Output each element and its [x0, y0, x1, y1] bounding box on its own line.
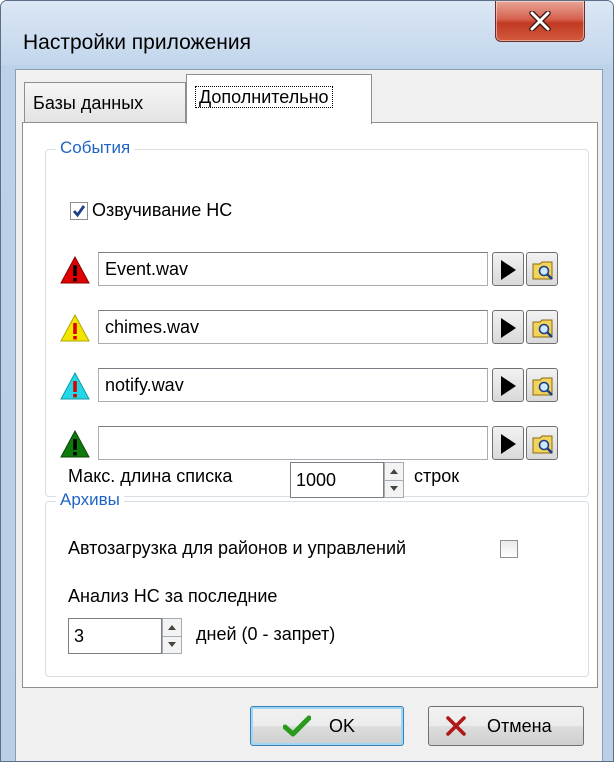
warning-cyan-icon — [60, 372, 90, 400]
folder-search-icon — [532, 261, 553, 280]
cancel-label: Отмена — [487, 716, 552, 736]
play-button-3[interactable] — [492, 368, 524, 402]
archives-group-title: Архивы — [56, 490, 124, 510]
spinner-down-button[interactable] — [163, 636, 181, 653]
play-button-2[interactable] — [492, 310, 524, 344]
ok-label: OK — [329, 716, 356, 736]
analysis-days-unit: дней (0 - запрет) — [196, 624, 336, 644]
warning-green-icon — [60, 430, 90, 458]
settings-window: Настройки приложения Базы данных Дополни… — [0, 0, 614, 762]
spinner-up-button[interactable] — [385, 463, 403, 481]
folder-search-icon — [532, 319, 553, 338]
max-list-length-unit: строк — [414, 466, 460, 486]
title-bar[interactable]: Настройки приложения — [1, 1, 613, 65]
voice-alerts-label: Озвучивание НС — [92, 200, 233, 220]
cancel-button[interactable]: Отмена — [428, 706, 584, 746]
ok-button[interactable]: OK — [250, 706, 404, 746]
play-button-1[interactable] — [492, 252, 524, 286]
browse-button-4[interactable] — [526, 426, 558, 460]
sound-file-input-2[interactable]: chimes.wav — [98, 310, 488, 344]
sound-file-input-3[interactable]: notify.wav — [98, 368, 488, 402]
tab-additional-label: Дополнительно — [195, 86, 333, 108]
tab-databases-label: Базы данных — [33, 93, 144, 113]
autoload-checkbox[interactable] — [500, 540, 518, 558]
play-icon — [501, 318, 516, 338]
browse-button-1[interactable] — [526, 252, 558, 286]
voice-alerts-checkbox[interactable] — [70, 202, 88, 220]
checkmark-icon — [72, 205, 86, 218]
spinner-up-button[interactable] — [163, 619, 181, 637]
events-group-title: События — [56, 138, 135, 158]
play-icon — [501, 260, 516, 280]
archives-group: Архивы Автозагрузка для районов и управл… — [45, 490, 589, 677]
folder-search-icon — [532, 377, 553, 396]
browse-button-3[interactable] — [526, 368, 558, 402]
tab-additional[interactable]: Дополнительно — [186, 74, 372, 124]
close-button[interactable] — [495, 1, 585, 42]
close-icon — [529, 11, 551, 31]
analysis-days-spinner[interactable] — [162, 618, 182, 654]
sound-file-input-1[interactable]: Event.wav — [98, 252, 488, 286]
window-title: Настройки приложения — [23, 31, 251, 54]
arrow-down-icon — [390, 486, 398, 491]
tab-databases[interactable]: Базы данных — [24, 82, 186, 122]
checkmark-icon — [283, 715, 311, 737]
arrow-down-icon — [168, 642, 176, 647]
autoload-label: Автозагрузка для районов и управлений — [68, 538, 407, 558]
play-icon — [501, 376, 516, 396]
folder-search-icon — [532, 435, 553, 454]
play-icon — [501, 434, 516, 454]
dialog-client-area: Базы данных Дополнительно События Озвучи… — [15, 69, 603, 761]
arrow-up-icon — [168, 625, 176, 630]
warning-yellow-icon — [60, 314, 90, 342]
browse-button-2[interactable] — [526, 310, 558, 344]
arrow-up-icon — [390, 469, 398, 474]
max-list-length-label: Макс. длина списка — [68, 466, 233, 486]
warning-red-icon — [60, 256, 90, 284]
cross-icon — [446, 716, 466, 736]
max-list-length-input[interactable]: 1000 — [290, 462, 384, 498]
spinner-down-button[interactable] — [385, 480, 403, 497]
max-list-length-spinner[interactable] — [384, 462, 404, 498]
tab-panel-additional: События Озвучивание НС Event.wav chimes.… — [22, 122, 598, 688]
analysis-days-input[interactable]: 3 — [68, 618, 162, 654]
play-button-4[interactable] — [492, 426, 524, 460]
sound-file-input-4[interactable] — [98, 426, 488, 460]
analysis-period-label: Анализ НС за последние — [68, 586, 278, 606]
events-group: События Озвучивание НС Event.wav chimes.… — [45, 138, 589, 498]
